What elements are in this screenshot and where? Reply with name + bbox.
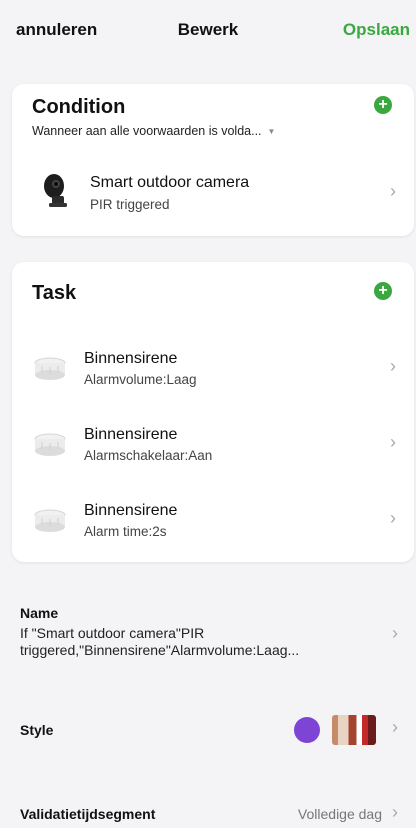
task-item-subtitle: Alarm time:2s xyxy=(84,524,167,539)
condition-mode-dropdown[interactable]: Wanneer aan alle voorwaarden is volda...… xyxy=(32,124,275,138)
cancel-button[interactable]: annuleren xyxy=(16,20,97,40)
name-row[interactable]: Name If "Smart outdoor camera"PIR trigge… xyxy=(0,595,416,675)
task-item-title: Binnensirene xyxy=(84,502,178,519)
chevron-down-icon: ▼ xyxy=(267,126,276,136)
validity-label: Validatietijdsegment xyxy=(20,806,156,822)
chevron-right-icon: › xyxy=(390,356,396,376)
style-color-swatch xyxy=(294,717,320,743)
style-image-thumbnail xyxy=(332,715,376,745)
chevron-right-icon: › xyxy=(392,802,398,822)
condition-item-title: Smart outdoor camera xyxy=(90,174,250,191)
chevron-right-icon: › xyxy=(392,717,398,737)
chevron-right-icon: › xyxy=(390,181,396,201)
task-item-title: Binnensirene xyxy=(84,350,178,367)
task-card: Task + Binnensirene Alarmvolume:Laag › B… xyxy=(12,262,414,562)
style-row[interactable]: Style › xyxy=(0,705,416,749)
add-task-button[interactable]: + xyxy=(374,282,392,300)
chevron-right-icon: › xyxy=(390,432,396,452)
validity-value: Volledige dag xyxy=(297,806,382,822)
condition-card: Condition + Wanneer aan alle voorwaarden… xyxy=(12,84,414,236)
plus-icon: + xyxy=(378,282,388,299)
task-item-subtitle: Alarmvolume:Laag xyxy=(84,372,197,387)
siren-icon xyxy=(34,509,66,532)
validity-row[interactable]: Validatietijdsegment Volledige dag › xyxy=(0,796,416,828)
condition-mode-label: Wanneer aan alle voorwaarden is volda... xyxy=(32,124,262,138)
task-item-subtitle: Alarmschakelaar:Aan xyxy=(84,448,213,463)
task-item[interactable]: Binnensirene Alarmschakelaar:Aan › xyxy=(12,414,414,474)
style-label: Style xyxy=(20,722,54,738)
task-item[interactable]: Binnensirene Alarmvolume:Laag › xyxy=(12,338,414,398)
plus-icon: + xyxy=(378,96,388,113)
save-button[interactable]: Opslaan xyxy=(343,20,410,40)
siren-icon xyxy=(34,357,66,380)
siren-icon xyxy=(34,433,66,456)
chevron-right-icon: › xyxy=(390,508,396,528)
condition-item-subtitle: PIR triggered xyxy=(90,197,170,212)
name-value: If "Smart outdoor camera"PIR triggered,"… xyxy=(20,625,300,658)
condition-item[interactable]: Smart outdoor camera PIR triggered › xyxy=(12,162,414,222)
condition-title: Condition xyxy=(32,96,126,118)
task-title: Task xyxy=(32,282,77,304)
name-label: Name xyxy=(20,605,59,621)
task-item[interactable]: Binnensirene Alarm time:2s › xyxy=(12,490,414,550)
add-condition-button[interactable]: + xyxy=(374,96,392,114)
task-item-title: Binnensirene xyxy=(84,426,178,443)
top-bar: annuleren Bewerk Opslaan xyxy=(0,0,416,62)
chevron-right-icon: › xyxy=(392,623,398,643)
camera-icon xyxy=(44,174,67,207)
